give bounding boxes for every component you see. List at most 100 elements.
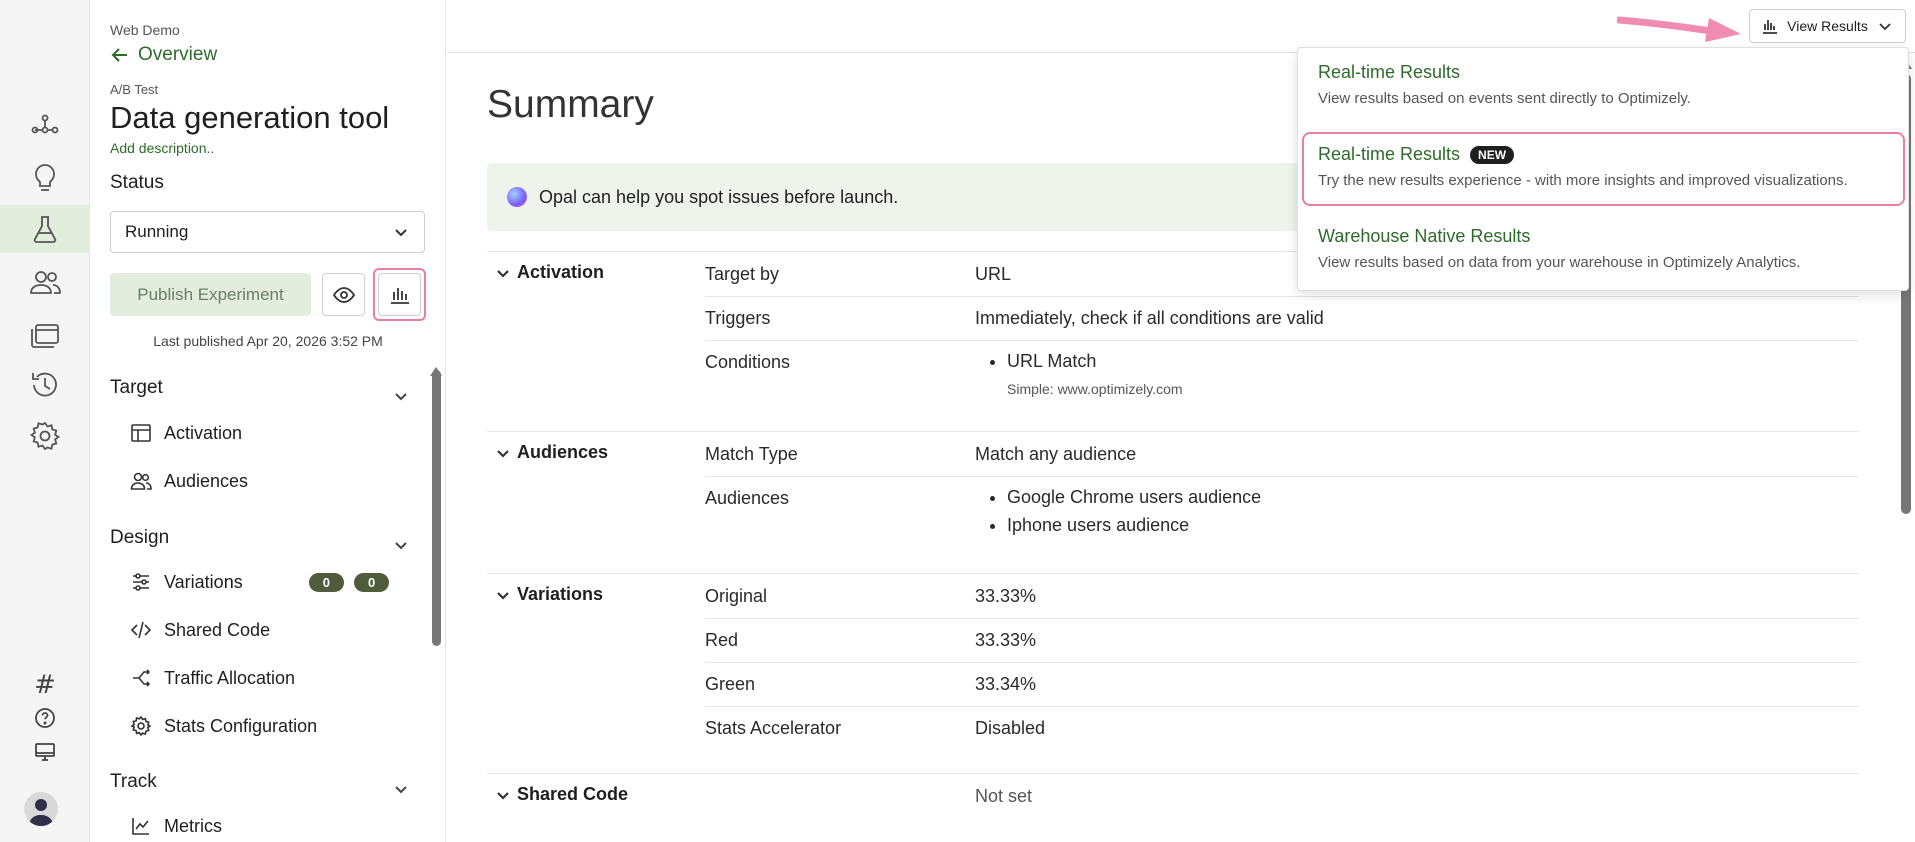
summary-title: Summary [487, 83, 654, 126]
menu-item-desc: View results based on data from your war… [1318, 254, 1801, 271]
view-results-button[interactable]: View Results [1749, 9, 1906, 43]
sliders-icon [133, 573, 149, 591]
sidebar-item-label: Activation [164, 422, 243, 443]
original-label: Original [705, 586, 768, 606]
flask-icon[interactable] [0, 205, 90, 253]
sidebar-scrollbar[interactable] [432, 370, 441, 646]
section-heading: Shared Code [517, 784, 629, 804]
chevron-down-icon [1879, 23, 1891, 31]
layers-icon[interactable] [0, 310, 90, 358]
chevron-down-icon [497, 269, 509, 278]
publish-experiment-button[interactable]: Publish Experiment [110, 273, 311, 316]
breadcrumb[interactable]: Web Demo [110, 22, 180, 38]
triggers-label: Triggers [705, 308, 771, 328]
menu-item-warehouse-results[interactable]: Warehouse Native Results View results ba… [1298, 226, 1910, 271]
sidebar-item-metrics[interactable]: Metrics [130, 810, 222, 842]
activation-toggle[interactable]: Activation [495, 262, 604, 283]
green-value: 33.34% [975, 674, 1037, 694]
chevron-down-icon [497, 591, 509, 600]
arrow-left-icon [111, 48, 127, 62]
gear-icon[interactable] [0, 412, 90, 460]
sidebar-item-activation[interactable]: Activation [130, 417, 242, 449]
target-by-value: URL [975, 264, 1012, 284]
back-to-overview-link[interactable]: Overview [110, 44, 217, 66]
target-by-label: Target by [705, 264, 780, 284]
help-icon[interactable] [0, 703, 90, 733]
lightbulb-icon[interactable] [0, 154, 90, 202]
split-icon [133, 669, 151, 687]
chevron-down-icon[interactable] [392, 387, 410, 405]
pointer-arrow-icon [1617, 16, 1741, 42]
list-item: URL MatchSimple: www.optimizely.com [1007, 347, 1183, 403]
stats-accelerator-value: Disabled [975, 718, 1046, 738]
conditions-list: URL MatchSimple: www.optimizely.com [975, 347, 1183, 403]
audiences-section: Audiences Match Type Match any audience … [487, 431, 1859, 573]
match-type-label: Match Type [705, 444, 798, 464]
sidebar-item-label: Audiences [164, 470, 249, 491]
last-published-text: Last published Apr 20, 2026 3:52 PM [153, 333, 383, 349]
history-icon[interactable] [0, 361, 90, 409]
opal-banner[interactable]: Opal can help you spot issues before lau… [487, 163, 1387, 231]
sidebar-item-audiences[interactable]: Audiences [130, 465, 248, 497]
status-value: Running [125, 222, 189, 241]
audiences-label: Audiences [705, 488, 790, 508]
menu-item-realtime-results[interactable]: Real-time Results View results based on … [1298, 62, 1910, 107]
add-description-link[interactable]: Add description.. [110, 140, 214, 156]
sidebar-item-variations[interactable]: Variations 0 0 [130, 566, 390, 598]
gear-icon [130, 715, 152, 737]
chevron-down-icon[interactable] [392, 536, 410, 554]
audiences-toggle[interactable]: Audiences [495, 442, 608, 463]
green-label: Green [705, 674, 756, 694]
condition-detail: Simple: www.optimizely.com [1007, 381, 1183, 397]
sidebar-item-stats-configuration[interactable]: Stats Configuration [130, 710, 317, 742]
layout-icon [131, 424, 151, 442]
line-chart-icon [132, 818, 149, 835]
menu-item-desc: View results based on events sent direct… [1318, 90, 1691, 107]
section-target[interactable]: Target [110, 377, 163, 399]
variations-section: Variations Original 33.33% Red 33.33% Gr… [487, 573, 1859, 773]
conditions-label: Conditions [705, 352, 791, 372]
shared-code-value: Not set [975, 786, 1033, 806]
section-design[interactable]: Design [110, 527, 169, 549]
preview-button[interactable] [322, 273, 365, 316]
experiment-sidebar: Web Demo Overview A/B Test Data generati… [90, 0, 446, 842]
status-select[interactable]: Running [110, 211, 425, 253]
sidebar-item-label: Variations [164, 571, 243, 592]
section-heading: Audiences [517, 442, 609, 462]
triggers-value: Immediately, check if all conditions are… [975, 308, 1324, 328]
opal-icon [507, 187, 527, 207]
variations-toggle[interactable]: Variations [495, 584, 603, 605]
bar-chart-icon [1763, 20, 1778, 34]
chevron-down-icon[interactable] [392, 780, 410, 798]
section-heading: Activation [517, 262, 605, 282]
sidebar-item-shared-code[interactable]: Shared Code [130, 614, 270, 646]
menu-item-highlight [1302, 132, 1905, 206]
list-item: Google Chrome users audience [1007, 483, 1261, 511]
menu-item-title: Real-time Results [1318, 62, 1461, 82]
sidebar-item-label: Shared Code [164, 619, 271, 640]
status-label: Status [110, 172, 164, 193]
list-item: Iphone users audience [1007, 511, 1261, 539]
sidebar-item-traffic-allocation[interactable]: Traffic Allocation [130, 662, 295, 694]
opal-banner-text: Opal can help you spot issues before lau… [539, 186, 899, 207]
flow-icon[interactable] [0, 102, 90, 150]
stats-accelerator-label: Stats Accelerator [705, 718, 842, 738]
shared-code-toggle[interactable]: Shared Code [495, 784, 628, 805]
section-track[interactable]: Track [110, 771, 157, 793]
sidebar-item-label: Stats Configuration [164, 715, 318, 736]
chevron-down-icon [497, 791, 509, 800]
hash-icon[interactable]: # [0, 670, 90, 700]
menu-item-title: Warehouse Native Results [1318, 226, 1531, 246]
eye-icon [332, 286, 355, 303]
variations-count-badge: 0 [308, 572, 344, 592]
audiences-list: Google Chrome users audience Iphone user… [975, 483, 1261, 539]
main-content: View Results Summary Opal can help you s… [447, 0, 1915, 842]
page-title: Data generation tool [110, 100, 390, 135]
users-icon[interactable] [0, 259, 90, 307]
sidebar-item-label: Metrics [164, 815, 222, 836]
shared-code-section: Shared Code Not set [487, 773, 1859, 842]
monitor-icon[interactable] [0, 737, 90, 767]
back-link-label: Overview [138, 44, 218, 65]
avatar[interactable] [24, 792, 58, 826]
match-type-value: Match any audience [975, 444, 1137, 464]
